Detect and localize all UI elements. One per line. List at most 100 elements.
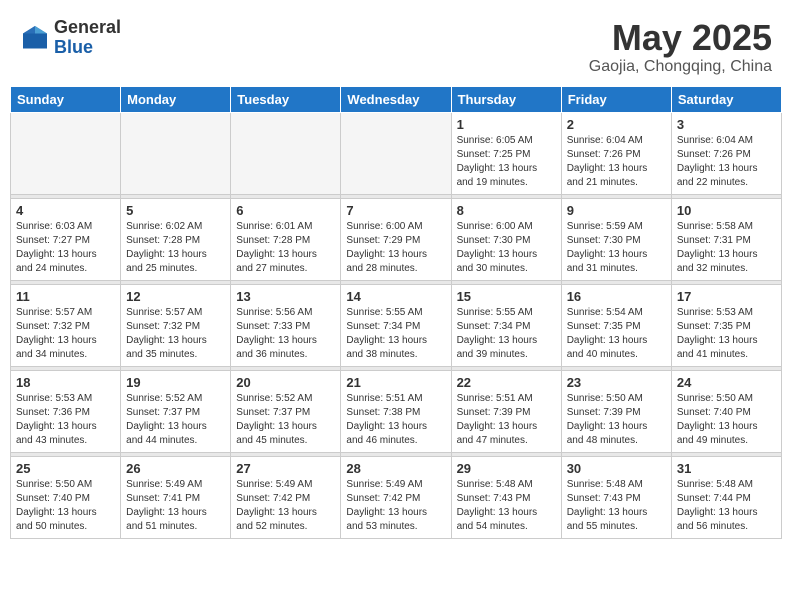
calendar-cell: 28Sunrise: 5:49 AM Sunset: 7:42 PM Dayli… (341, 456, 451, 538)
calendar-cell: 11Sunrise: 5:57 AM Sunset: 7:32 PM Dayli… (11, 284, 121, 366)
calendar-cell (341, 112, 451, 194)
day-number: 31 (677, 461, 776, 476)
day-number: 9 (567, 203, 666, 218)
title-block: May 2025 Gaojia, Chongqing, China (589, 18, 772, 76)
day-info: Sunrise: 5:55 AM Sunset: 7:34 PM Dayligh… (457, 306, 556, 362)
calendar-week-row: 25 Sunrise: 5:50 AM Sunset: 7:40 PM Dayli… (11, 456, 782, 538)
calendar-cell: 4 Sunrise: 6:03 AM Sunset: 7:27 PM Daylig… (11, 198, 121, 280)
day-info: Sunrise: 5:57 AM Sunset: 7:32 PM Dayligh… (16, 306, 115, 362)
day-number: 19 (126, 375, 225, 390)
logo: General Blue (20, 18, 121, 58)
day-number: 27 (236, 461, 335, 476)
weekday-header-row: SundayMondayTuesdayWednesdayThursdayFrid… (11, 86, 782, 112)
day-info: Sunrise: 5:53 AM Sunset: 7:36 PM Dayligh… (16, 392, 115, 448)
calendar-cell (121, 112, 231, 194)
weekday-header-monday: Monday (121, 86, 231, 112)
calendar-cell: 16 Sunrise: 5:54 AM Sunset: 7:35 PM Dayli… (561, 284, 671, 366)
calendar-cell: 15 Sunrise: 5:55 AM Sunset: 7:34 PM Dayli… (451, 284, 561, 366)
day-info: Sunrise: 5:49 AM Sunset: 7:42 PM Dayligh… (236, 478, 335, 534)
day-info: Sunrise: 5:59 AM Sunset: 7:30 PM Dayligh… (567, 220, 666, 276)
calendar-cell: 21 Sunrise: 5:51 AM Sunset: 7:38 PM Dayli… (341, 370, 451, 452)
calendar-cell (11, 112, 121, 194)
day-info: Sunrise: 5:57 AM Sunset: 7:32 PM Dayligh… (126, 306, 225, 362)
calendar-week-row: 1 Sunrise: 6:05 AM Sunset: 7:25 PM Daylig… (11, 112, 782, 194)
calendar-week-row: 18 Sunrise: 5:53 AM Sunset: 7:36 PM Dayli… (11, 370, 782, 452)
day-number: 15 (457, 289, 556, 304)
calendar-cell: 19 Sunrise: 5:52 AM Sunset: 7:37 PM Dayli… (121, 370, 231, 452)
day-number: 17 (677, 289, 776, 304)
calendar-week-row: 4 Sunrise: 6:03 AM Sunset: 7:27 PM Daylig… (11, 198, 782, 280)
calendar-cell: 1 Sunrise: 6:05 AM Sunset: 7:25 PM Daylig… (451, 112, 561, 194)
logo-blue-text: Blue (54, 38, 121, 58)
calendar-cell (231, 112, 341, 194)
calendar-cell: 20Sunrise: 5:52 AM Sunset: 7:37 PM Dayli… (231, 370, 341, 452)
day-number: 8 (457, 203, 556, 218)
weekday-header-friday: Friday (561, 86, 671, 112)
day-number: 4 (16, 203, 115, 218)
day-info: Sunrise: 5:50 AM Sunset: 7:39 PM Dayligh… (567, 392, 666, 448)
calendar-cell: 13Sunrise: 5:56 AM Sunset: 7:33 PM Dayli… (231, 284, 341, 366)
calendar-cell: 29 Sunrise: 5:48 AM Sunset: 7:43 PM Dayli… (451, 456, 561, 538)
day-info: Sunrise: 6:04 AM Sunset: 7:26 PM Dayligh… (567, 134, 666, 190)
header: General Blue May 2025 Gaojia, Chongqing,… (10, 10, 782, 80)
calendar-cell: 6 Sunrise: 6:01 AM Sunset: 7:28 PM Daylig… (231, 198, 341, 280)
day-number: 10 (677, 203, 776, 218)
day-number: 1 (457, 117, 556, 132)
calendar-cell: 31 Sunrise: 5:48 AM Sunset: 7:44 PM Dayli… (671, 456, 781, 538)
logo-general-text: General (54, 18, 121, 38)
day-info: Sunrise: 5:50 AM Sunset: 7:40 PM Dayligh… (16, 478, 115, 534)
day-info: Sunrise: 5:58 AM Sunset: 7:31 PM Dayligh… (677, 220, 776, 276)
day-number: 26 (126, 461, 225, 476)
day-number: 6 (236, 203, 335, 218)
day-number: 3 (677, 117, 776, 132)
calendar-cell: 30 Sunrise: 5:48 AM Sunset: 7:43 PM Dayli… (561, 456, 671, 538)
day-info: Sunrise: 5:51 AM Sunset: 7:39 PM Dayligh… (457, 392, 556, 448)
day-info: Sunrise: 5:51 AM Sunset: 7:38 PM Dayligh… (346, 392, 445, 448)
calendar-cell: 24 Sunrise: 5:50 AM Sunset: 7:40 PM Dayli… (671, 370, 781, 452)
calendar-week-row: 11Sunrise: 5:57 AM Sunset: 7:32 PM Dayli… (11, 284, 782, 366)
day-info: Sunrise: 6:00 AM Sunset: 7:30 PM Dayligh… (457, 220, 556, 276)
day-info: Sunrise: 5:48 AM Sunset: 7:43 PM Dayligh… (567, 478, 666, 534)
day-number: 14 (346, 289, 445, 304)
day-number: 22 (457, 375, 556, 390)
day-info: Sunrise: 5:48 AM Sunset: 7:43 PM Dayligh… (457, 478, 556, 534)
calendar-cell: 8 Sunrise: 6:00 AM Sunset: 7:30 PM Daylig… (451, 198, 561, 280)
weekday-header-tuesday: Tuesday (231, 86, 341, 112)
day-number: 5 (126, 203, 225, 218)
day-info: Sunrise: 5:48 AM Sunset: 7:44 PM Dayligh… (677, 478, 776, 534)
day-number: 13 (236, 289, 335, 304)
day-number: 29 (457, 461, 556, 476)
day-info: Sunrise: 5:49 AM Sunset: 7:41 PM Dayligh… (126, 478, 225, 534)
day-info: Sunrise: 6:00 AM Sunset: 7:29 PM Dayligh… (346, 220, 445, 276)
calendar-cell: 22 Sunrise: 5:51 AM Sunset: 7:39 PM Dayli… (451, 370, 561, 452)
calendar-cell: 10 Sunrise: 5:58 AM Sunset: 7:31 PM Dayli… (671, 198, 781, 280)
day-number: 28 (346, 461, 445, 476)
day-info: Sunrise: 6:03 AM Sunset: 7:27 PM Dayligh… (16, 220, 115, 276)
day-number: 30 (567, 461, 666, 476)
logo-icon (20, 23, 50, 53)
day-number: 18 (16, 375, 115, 390)
day-info: Sunrise: 6:05 AM Sunset: 7:25 PM Dayligh… (457, 134, 556, 190)
day-info: Sunrise: 6:01 AM Sunset: 7:28 PM Dayligh… (236, 220, 335, 276)
day-number: 16 (567, 289, 666, 304)
calendar-cell: 23Sunrise: 5:50 AM Sunset: 7:39 PM Dayli… (561, 370, 671, 452)
day-info: Sunrise: 5:54 AM Sunset: 7:35 PM Dayligh… (567, 306, 666, 362)
day-number: 12 (126, 289, 225, 304)
calendar-cell: 18 Sunrise: 5:53 AM Sunset: 7:36 PM Dayli… (11, 370, 121, 452)
calendar-title: May 2025 (589, 18, 772, 58)
day-number: 2 (567, 117, 666, 132)
day-info: Sunrise: 6:02 AM Sunset: 7:28 PM Dayligh… (126, 220, 225, 276)
day-info: Sunrise: 5:52 AM Sunset: 7:37 PM Dayligh… (236, 392, 335, 448)
calendar-cell: 7Sunrise: 6:00 AM Sunset: 7:29 PM Daylig… (341, 198, 451, 280)
weekday-header-saturday: Saturday (671, 86, 781, 112)
calendar-cell: 14Sunrise: 5:55 AM Sunset: 7:34 PM Dayli… (341, 284, 451, 366)
day-info: Sunrise: 5:52 AM Sunset: 7:37 PM Dayligh… (126, 392, 225, 448)
day-number: 25 (16, 461, 115, 476)
day-number: 21 (346, 375, 445, 390)
calendar-cell: 3 Sunrise: 6:04 AM Sunset: 7:26 PM Daylig… (671, 112, 781, 194)
weekday-header-wednesday: Wednesday (341, 86, 451, 112)
day-info: Sunrise: 5:50 AM Sunset: 7:40 PM Dayligh… (677, 392, 776, 448)
day-info: Sunrise: 6:04 AM Sunset: 7:26 PM Dayligh… (677, 134, 776, 190)
day-number: 24 (677, 375, 776, 390)
calendar-cell: 9 Sunrise: 5:59 AM Sunset: 7:30 PM Daylig… (561, 198, 671, 280)
